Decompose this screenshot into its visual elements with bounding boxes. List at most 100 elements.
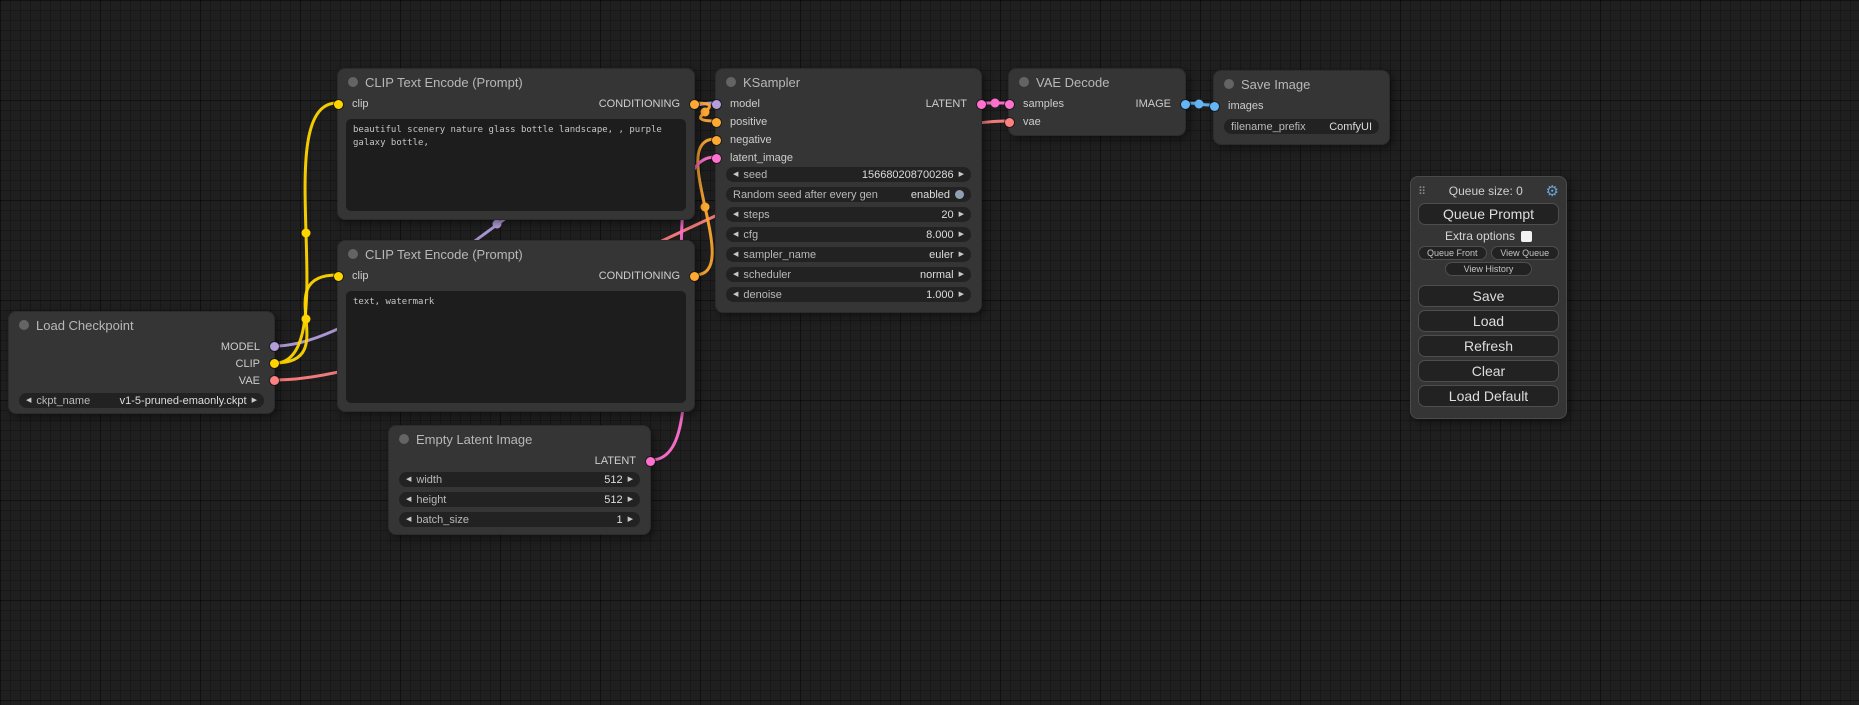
vae-output-port[interactable]: [270, 376, 279, 385]
view-history-button[interactable]: View History: [1445, 262, 1532, 276]
samples-input-port[interactable]: [1005, 100, 1014, 109]
collapse-dot-icon[interactable]: [1019, 77, 1029, 87]
extra-options-label: Extra options: [1445, 229, 1515, 243]
next-value-icon[interactable]: ▶: [959, 271, 964, 278]
clip-input-port[interactable]: [334, 272, 343, 281]
drag-handle-icon[interactable]: ⠿: [1418, 185, 1426, 198]
clip-conditioning-slot-row: clip CONDITIONING: [338, 267, 694, 285]
save-image-node[interactable]: Save Image images filename_prefix ComfyU…: [1213, 70, 1390, 145]
slot-label: images: [1228, 100, 1263, 112]
collapse-dot-icon[interactable]: [726, 77, 736, 87]
wire-model-dot: [493, 220, 502, 229]
width-widget[interactable]: ◀ width 512 ▶: [399, 472, 640, 487]
wire-conditioning-negative-dot: [701, 203, 710, 212]
clip-text-encode-negative-node[interactable]: CLIP Text Encode (Prompt) clip CONDITION…: [337, 240, 695, 412]
increment-icon[interactable]: ▶: [959, 211, 964, 218]
queue-prompt-button[interactable]: Queue Prompt: [1418, 203, 1559, 225]
increment-icon[interactable]: ▶: [628, 516, 633, 523]
model-output-port[interactable]: [270, 342, 279, 351]
decrement-icon[interactable]: ◀: [733, 291, 738, 298]
decrement-icon[interactable]: ◀: [733, 211, 738, 218]
collapse-dot-icon[interactable]: [348, 249, 358, 259]
collapse-dot-icon[interactable]: [399, 434, 409, 444]
load-default-button[interactable]: Load Default: [1418, 385, 1559, 407]
slot-label: IMAGE: [1136, 98, 1171, 110]
node-header[interactable]: VAE Decode: [1009, 69, 1185, 95]
clear-button[interactable]: Clear: [1418, 360, 1559, 382]
model-output-slot: MODEL: [9, 338, 274, 355]
node-header[interactable]: CLIP Text Encode (Prompt): [338, 69, 694, 95]
seed-widget[interactable]: ◀ seed 156680208700286 ▶: [726, 167, 971, 182]
graph-canvas[interactable]: Load Checkpoint MODEL CLIP VAE ◀ ckpt_na…: [0, 0, 1859, 705]
image-output-port[interactable]: [1181, 100, 1190, 109]
seed-toggle-icon[interactable]: [955, 190, 964, 199]
node-header[interactable]: KSampler: [716, 69, 981, 95]
extra-options-checkbox[interactable]: [1521, 231, 1532, 242]
height-widget[interactable]: ◀ height 512 ▶: [399, 492, 640, 507]
settings-gear-icon[interactable]: ⚙: [1546, 184, 1559, 199]
load-checkpoint-node[interactable]: Load Checkpoint MODEL CLIP VAE ◀ ckpt_na…: [8, 311, 275, 414]
steps-widget[interactable]: ◀ steps 20 ▶: [726, 207, 971, 222]
decrement-icon[interactable]: ◀: [406, 516, 411, 523]
latent-output-port[interactable]: [977, 100, 986, 109]
positive-input-port[interactable]: [712, 118, 721, 127]
widget-value: enabled: [911, 189, 950, 201]
vae-decode-node[interactable]: VAE Decode samples IMAGE vae: [1008, 68, 1186, 136]
node-header[interactable]: CLIP Text Encode (Prompt): [338, 241, 694, 267]
widget-value: 512: [604, 494, 622, 506]
seed-control-widget[interactable]: Random seed after every gen enabled: [726, 187, 971, 202]
latent-image-input-port[interactable]: [712, 154, 721, 163]
positive-prompt-textarea[interactable]: beautiful scenery nature glass bottle la…: [346, 119, 686, 211]
node-header[interactable]: Empty Latent Image: [389, 426, 650, 452]
scheduler-widget[interactable]: ◀ scheduler normal ▶: [726, 267, 971, 282]
queue-front-button[interactable]: Queue Front: [1418, 246, 1487, 260]
model-input-port[interactable]: [712, 100, 721, 109]
images-input-port[interactable]: [1210, 102, 1219, 111]
ckpt-name-widget[interactable]: ◀ ckpt_name v1-5-pruned-emaonly.ckpt ▶: [19, 393, 264, 408]
save-button[interactable]: Save: [1418, 285, 1559, 307]
denoise-widget[interactable]: ◀ denoise 1.000 ▶: [726, 287, 971, 302]
negative-prompt-textarea[interactable]: text, watermark: [346, 291, 686, 403]
prev-value-icon[interactable]: ◀: [733, 251, 738, 258]
sampler-name-widget[interactable]: ◀ sampler_name euler ▶: [726, 247, 971, 262]
increment-icon[interactable]: ▶: [959, 231, 964, 238]
decrement-icon[interactable]: ◀: [733, 231, 738, 238]
clip-input-port[interactable]: [334, 100, 343, 109]
next-value-icon[interactable]: ▶: [252, 397, 257, 404]
view-queue-button[interactable]: View Queue: [1491, 246, 1560, 260]
vae-input-port[interactable]: [1005, 118, 1014, 127]
conditioning-output-port[interactable]: [690, 100, 699, 109]
wire-image-dot: [1195, 100, 1204, 109]
increment-icon[interactable]: ▶: [628, 476, 633, 483]
decrement-icon[interactable]: ◀: [406, 476, 411, 483]
filename-prefix-widget[interactable]: filename_prefix ComfyUI: [1224, 119, 1379, 134]
empty-latent-image-node[interactable]: Empty Latent Image LATENT ◀ width 512 ▶ …: [388, 425, 651, 535]
batch-size-widget[interactable]: ◀ batch_size 1 ▶: [399, 512, 640, 527]
next-value-icon[interactable]: ▶: [959, 251, 964, 258]
cfg-widget[interactable]: ◀ cfg 8.000 ▶: [726, 227, 971, 242]
increment-icon[interactable]: ▶: [959, 291, 964, 298]
refresh-button[interactable]: Refresh: [1418, 335, 1559, 357]
load-button[interactable]: Load: [1418, 310, 1559, 332]
prev-value-icon[interactable]: ◀: [26, 397, 31, 404]
slot-label: model: [730, 98, 760, 110]
decrement-icon[interactable]: ◀: [733, 171, 738, 178]
wire-clip-to-negative-dot: [302, 315, 311, 324]
negative-input-port[interactable]: [712, 136, 721, 145]
decrement-icon[interactable]: ◀: [406, 496, 411, 503]
clip-text-encode-positive-node[interactable]: CLIP Text Encode (Prompt) clip CONDITION…: [337, 68, 695, 220]
latent-output-port[interactable]: [646, 457, 655, 466]
increment-icon[interactable]: ▶: [959, 171, 964, 178]
increment-icon[interactable]: ▶: [628, 496, 633, 503]
ksampler-node[interactable]: KSampler model LATENT positive negative …: [715, 68, 982, 313]
node-header[interactable]: Load Checkpoint: [9, 312, 274, 338]
collapse-dot-icon[interactable]: [348, 77, 358, 87]
node-title: Save Image: [1241, 77, 1310, 92]
collapse-dot-icon[interactable]: [1224, 79, 1234, 89]
conditioning-output-port[interactable]: [690, 272, 699, 281]
clip-output-port[interactable]: [270, 359, 279, 368]
node-header[interactable]: Save Image: [1214, 71, 1389, 97]
prev-value-icon[interactable]: ◀: [733, 271, 738, 278]
slot-label: VAE: [239, 375, 260, 387]
collapse-dot-icon[interactable]: [19, 320, 29, 330]
